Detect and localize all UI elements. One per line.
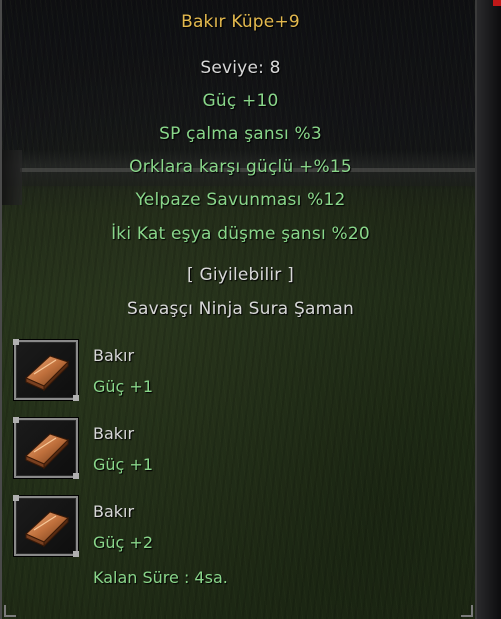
wearable-label: [ Giyilebilir ]	[187, 265, 294, 285]
socket-slot-1	[13, 339, 79, 401]
close-indicator-icon	[493, 0, 501, 6]
item-level: Seviye: 8	[200, 58, 281, 78]
stat-line: Yelpaze Savunması %12	[135, 190, 346, 210]
item-tooltip: Bakır Küpe+9 Seviye: 8 Güç +10 SP çalma …	[0, 0, 477, 619]
stat-line: SP çalma şansı %3	[159, 124, 322, 144]
game-scene-background: Bakır Küpe+9 Seviye: 8 Güç +10 SP çalma …	[0, 0, 501, 619]
window-edge	[477, 0, 501, 619]
stat-line: Orklara karşı güçlü +%15	[129, 157, 352, 177]
socket-2-bonus: Güç +1	[93, 455, 154, 474]
frame-corner	[4, 605, 16, 617]
socket-slot-2	[13, 417, 79, 479]
socket-slot-3	[13, 495, 79, 557]
time-left: Kalan Süre : 4sa.	[93, 568, 228, 587]
socket-1-bonus: Güç +1	[93, 377, 154, 396]
copper-ingot-icon	[25, 511, 69, 548]
item-title: Bakır Küpe+9	[181, 12, 300, 32]
frame-corner	[461, 605, 473, 617]
socket-1-name: Bakır	[93, 346, 135, 365]
socket-2-name: Bakır	[93, 424, 135, 443]
socket-3-name: Bakır	[93, 502, 135, 521]
stat-line: Güç +10	[202, 91, 279, 111]
copper-ingot-icon	[25, 433, 69, 470]
stat-line: İki Kat eşya düşme şansı %20	[111, 224, 370, 244]
socket-3-bonus: Güç +2	[93, 533, 154, 552]
class-list: Savaşçı Ninja Sura Şaman	[127, 299, 354, 319]
copper-ingot-icon	[25, 355, 69, 392]
